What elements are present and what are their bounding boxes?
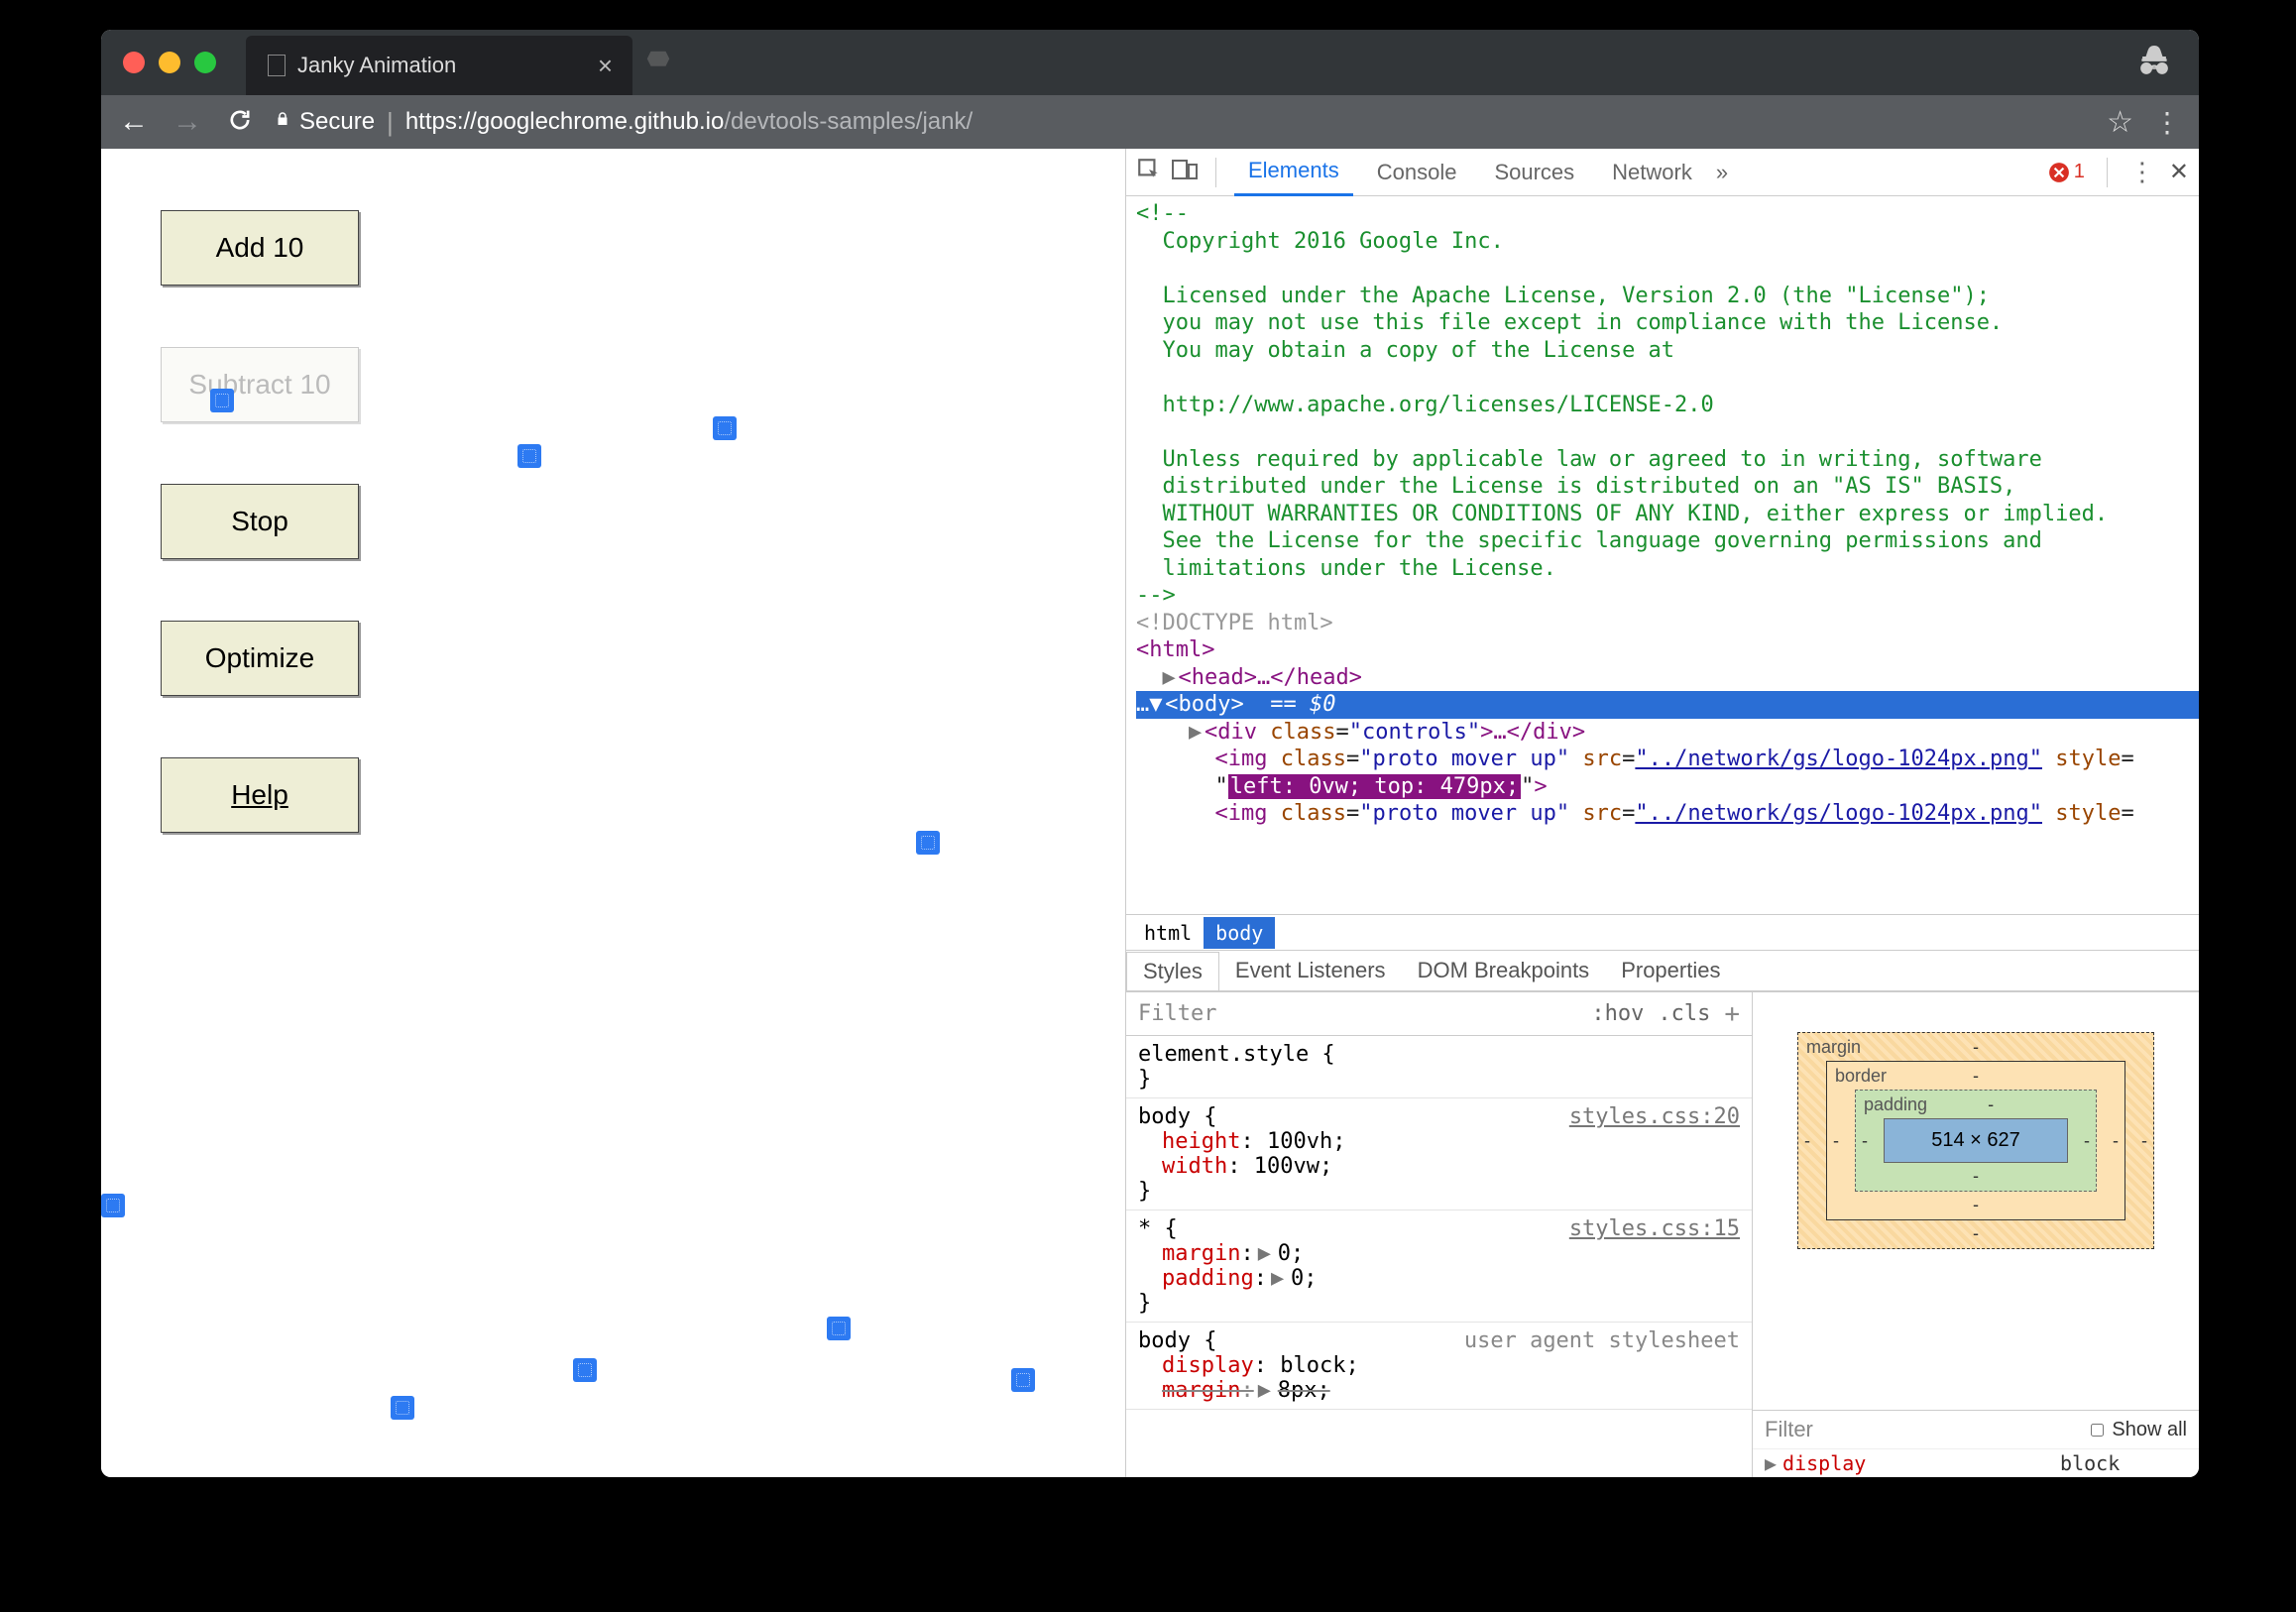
bookmark-star-icon[interactable]: ☆ [2107,105,2133,140]
styles-tabs: Styles Event Listeners DOM Breakpoints P… [1126,950,2199,991]
body-node-selected[interactable]: …▼<body> == $0 [1136,691,2199,719]
mover-icon [713,416,737,440]
tab-properties[interactable]: Properties [1605,952,1736,989]
optimize-button[interactable]: Optimize [161,621,359,696]
breadcrumb: html body [1126,914,2199,950]
img-node-1[interactable]: <img class="proto mover up" src="../netw… [1136,746,2199,800]
source-link[interactable]: styles.css:20 [1569,1104,1740,1129]
omnibox[interactable]: Secure | https://googlechrome.github.io/… [274,107,2087,138]
box-model-dims: 514 × 627 [1884,1118,2068,1163]
window-maximize[interactable] [194,52,216,73]
mover-icon [101,1194,125,1217]
secure-label: Secure [299,108,375,136]
computed-pane: margin - - - - border - - - - [1753,992,2199,1477]
new-style-rule-icon[interactable]: + [1724,999,1740,1029]
tab-network[interactable]: Network [1598,150,1706,195]
page-icon [268,55,286,76]
reload-button[interactable] [226,106,254,139]
browser-window: Janky Animation × ← → Secure | [101,30,2199,1477]
page-viewport: Add 10 Subtract 10 Stop Optimize Help [101,149,1126,1477]
tab-sources[interactable]: Sources [1480,150,1588,195]
tab-elements[interactable]: Elements [1234,148,1353,196]
dom-tree[interactable]: <!-- Copyright 2016 Google Inc. Licensed… [1126,196,2199,914]
comment-node: <!-- Copyright 2016 Google Inc. Licensed… [1136,200,2199,610]
styles-filter-input[interactable]: Filter [1138,1001,1216,1026]
doctype-node: <!DOCTYPE html> [1136,610,2199,637]
back-button[interactable]: ← [119,105,149,139]
error-indicator[interactable]: 1 [2048,161,2085,183]
browser-tab[interactable]: Janky Animation × [246,36,632,95]
window-close[interactable] [123,52,145,73]
lock-icon [274,108,291,136]
new-tab-button[interactable] [638,43,678,82]
source-link[interactable]: styles.css:15 [1569,1216,1740,1241]
tab-dom-breakpoints[interactable]: DOM Breakpoints [1402,952,1606,989]
computed-filter-input[interactable]: Filter [1765,1417,1813,1442]
cls-toggle[interactable]: .cls [1658,1001,1710,1026]
devtools-menu-icon[interactable]: ⋮ [2129,157,2155,187]
tab-close-icon[interactable]: × [598,51,613,81]
tab-title: Janky Animation [297,53,456,78]
mover-icon [517,444,541,468]
url-host: https://googlechrome.github.io [405,108,725,135]
img-node-2[interactable]: <img class="proto mover up" src="../netw… [1136,800,2199,828]
mover-icon [391,1396,414,1420]
head-node[interactable]: ▶<head>…</head> [1136,664,2199,692]
inspect-icon[interactable] [1136,157,1162,188]
ua-stylesheet-label: user agent stylesheet [1464,1328,1740,1353]
incognito-icon [2135,42,2173,84]
tabs-overflow-icon[interactable]: » [1716,160,1728,185]
mover-icon [827,1317,851,1340]
devtools-toolbar: Elements Console Sources Network » 1 ⋮ ✕ [1126,149,2199,196]
crumb-html[interactable]: html [1132,917,1204,949]
devtools-panel: Elements Console Sources Network » 1 ⋮ ✕… [1126,149,2199,1477]
mover-icon [1011,1368,1035,1392]
mover-icon [916,831,940,855]
help-button[interactable]: Help [161,757,359,833]
crumb-body[interactable]: body [1204,917,1275,949]
show-all-checkbox[interactable] [2091,1424,2104,1437]
tab-event-listeners[interactable]: Event Listeners [1219,952,1402,989]
subtract-button[interactable]: Subtract 10 [161,347,359,422]
styles-pane: Filter :hov .cls + element.style { } bod… [1126,992,1753,1477]
div-controls-node[interactable]: ▶<div class="controls">…</div> [1136,719,2199,747]
devtools-close-icon[interactable]: ✕ [2169,158,2189,186]
box-model[interactable]: margin - - - - border - - - - [1797,1032,2154,1249]
add-button[interactable]: Add 10 [161,210,359,286]
tab-strip: Janky Animation × [101,30,2199,95]
browser-menu-icon[interactable]: ⋮ [2153,106,2181,139]
tab-styles[interactable]: Styles [1126,952,1219,990]
address-bar: ← → Secure | https://googlechrome.github… [101,95,2199,149]
traffic-lights [123,52,216,73]
forward-button[interactable]: → [172,105,202,139]
device-toggle-icon[interactable] [1172,157,1198,188]
window-minimize[interactable] [159,52,180,73]
hov-toggle[interactable]: :hov [1591,1001,1644,1026]
html-open-node[interactable]: <html> [1136,636,2199,664]
stop-button[interactable]: Stop [161,484,359,559]
url-path: /devtools-samples/jank/ [724,108,973,135]
mover-icon [210,389,234,412]
tab-console[interactable]: Console [1363,150,1471,195]
mover-icon [573,1358,597,1382]
